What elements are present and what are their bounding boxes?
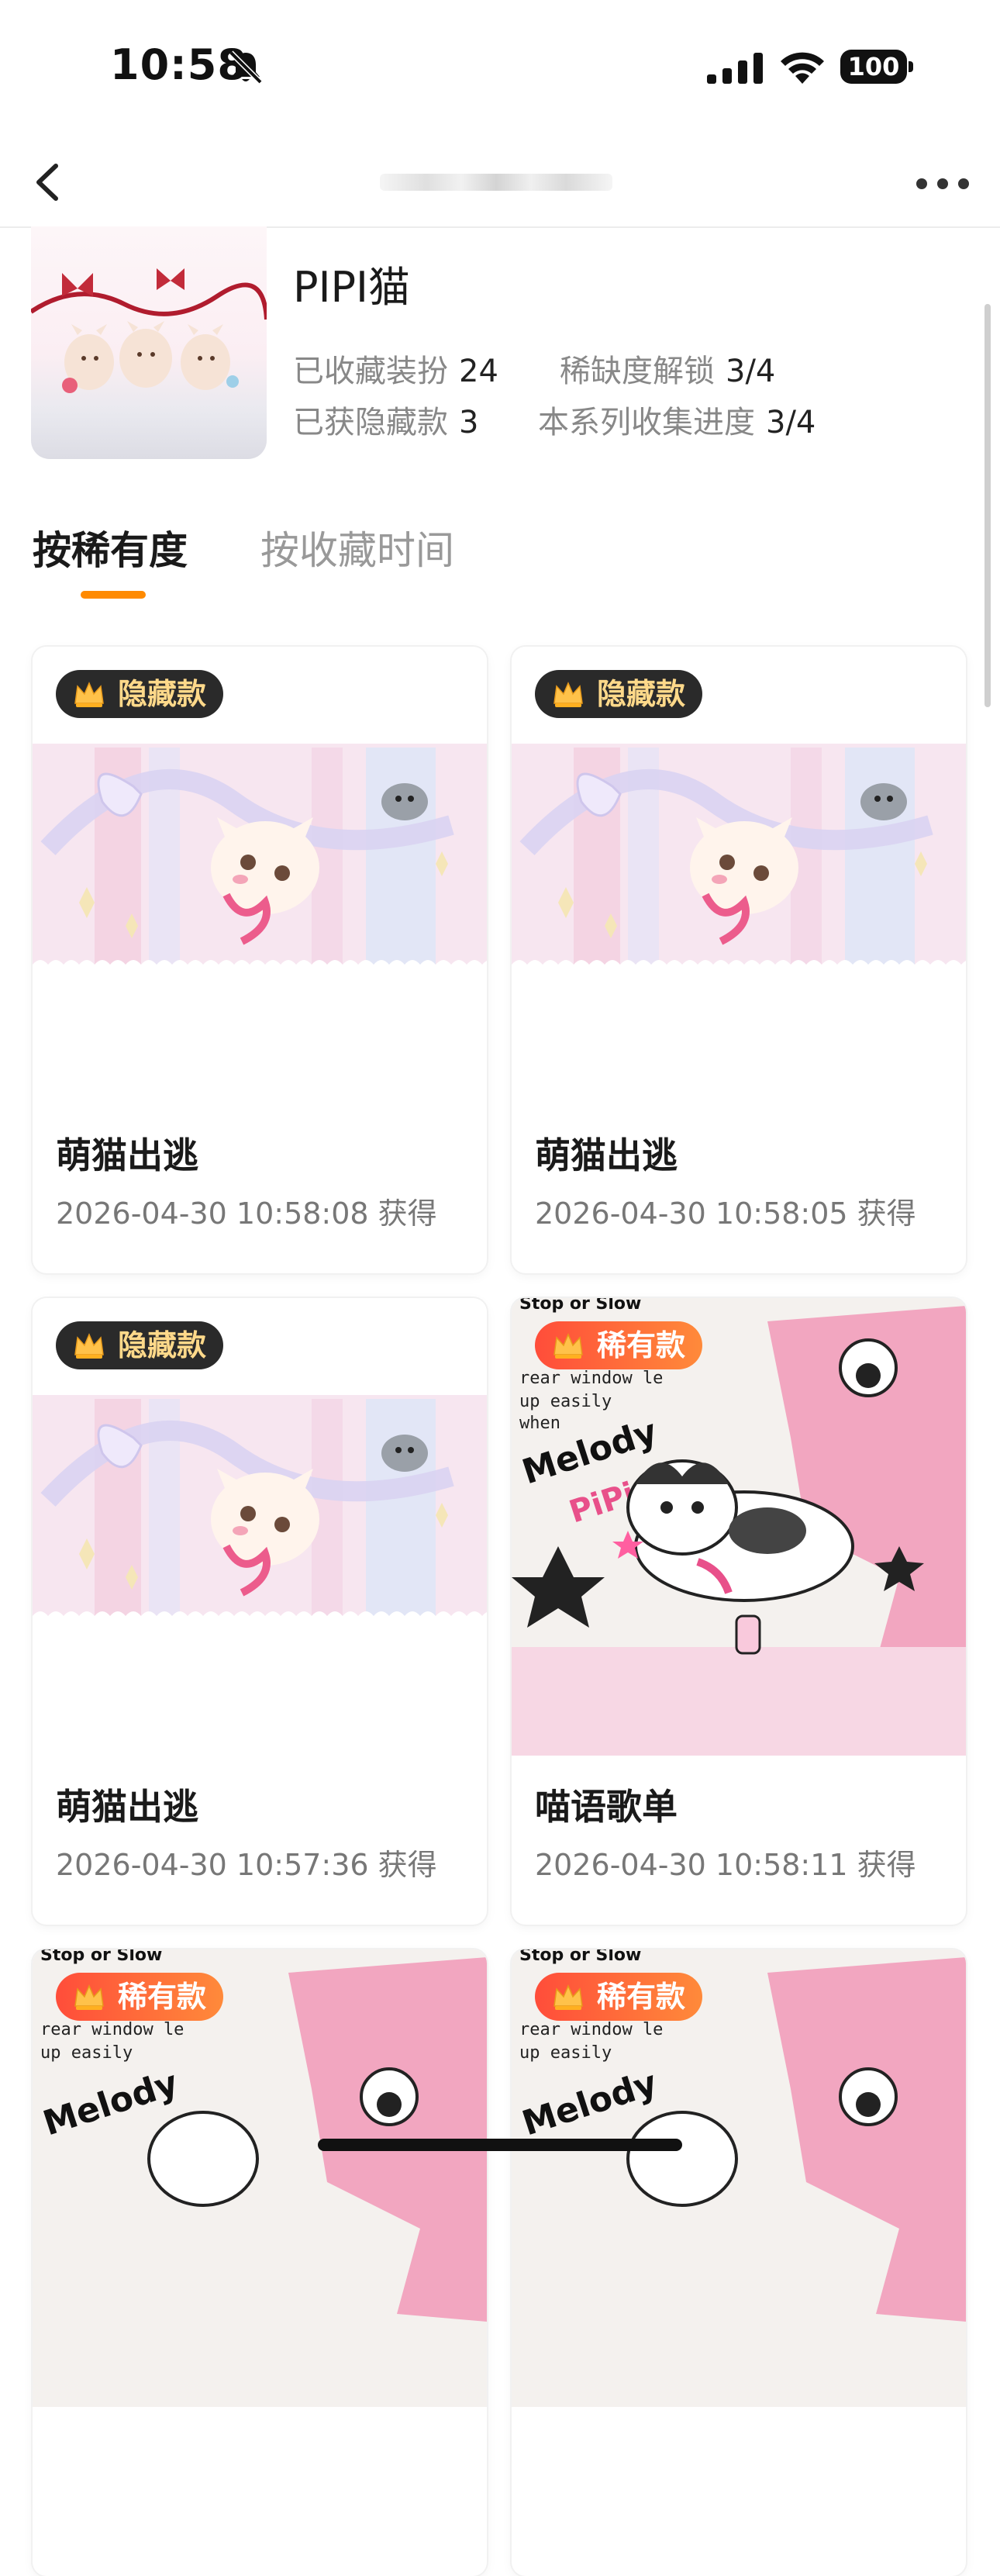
back-icon[interactable] — [23, 155, 78, 209]
svg-text:up easily: up easily — [519, 2043, 612, 2063]
crown-icon — [73, 680, 105, 708]
collection-card[interactable]: Stop or Slow rear window le up easily wh… — [512, 1298, 966, 1925]
tab-by-rarity[interactable]: 按稀有度 — [33, 520, 188, 575]
card-name: 萌猫出逃 — [56, 1786, 198, 1828]
svg-text:rear window le: rear window le — [519, 2020, 663, 2039]
card-date: 2026-04-30 10:58:05 获得 — [535, 1196, 916, 1231]
card-date: 2026-04-30 10:57:36 获得 — [56, 1848, 437, 1882]
rare-badge: 稀有款 — [535, 1973, 703, 2021]
crown-icon — [73, 1331, 105, 1359]
nav-bar — [0, 140, 1000, 228]
card-date: 2026-04-30 10:58:11 获得 — [535, 1848, 916, 1882]
crown-icon — [552, 1331, 584, 1359]
battery-icon: 100 — [840, 50, 915, 84]
collection-card[interactable]: 隐藏款 萌猫出逃 2026-04-30 10:58:05 获得 — [512, 647, 966, 1273]
crown-icon — [552, 680, 584, 708]
battery-level: 100 — [840, 50, 907, 84]
stat-collected: 已收藏装扮 24 — [293, 354, 498, 389]
hidden-badge: 隐藏款 — [535, 670, 703, 718]
collection-card[interactable]: Stop or Slow rear window le up easily Me… — [512, 1949, 966, 2576]
series-name: PIPI猫 — [293, 263, 410, 312]
tab-by-collect-time[interactable]: 按收藏时间 — [260, 520, 454, 575]
rare-badge: 稀有款 — [535, 1321, 703, 1369]
rare-badge: 稀有款 — [56, 1973, 224, 2021]
collection-card[interactable]: Stop or Slow rear window le up easily Me… — [33, 1949, 487, 2576]
bell-off-icon — [229, 50, 263, 85]
art-text-stop: Stop or Slow — [40, 1949, 162, 1965]
collection-card[interactable]: 隐藏款 萌猫出逃 2026-04-30 10:58:08 获得 — [33, 647, 487, 1273]
svg-text:rear window le: rear window le — [519, 1369, 663, 1388]
svg-text:when: when — [519, 1414, 560, 1433]
svg-text:up easily: up easily — [519, 1392, 612, 1411]
series-cover-image — [31, 226, 267, 459]
home-indicator[interactable] — [318, 2139, 682, 2151]
status-bar: 10:58 100 — [0, 0, 1000, 140]
stat-hidden-obtained: 已获隐藏款 3 — [293, 405, 479, 440]
wifi-icon — [781, 52, 824, 84]
hidden-badge: 隐藏款 — [56, 670, 224, 718]
svg-text:rear window le: rear window le — [40, 2020, 184, 2039]
collection-card[interactable]: 隐藏款 萌猫出逃 2026-04-30 10:57:36 获得 — [33, 1298, 487, 1925]
tab-indicator — [81, 591, 146, 599]
svg-text:up easily: up easily — [40, 2043, 133, 2063]
card-date: 2026-04-30 10:58:08 获得 — [56, 1196, 437, 1231]
art-text-stop: Stop or Slow — [519, 1949, 641, 1965]
scrollbar[interactable] — [984, 304, 991, 707]
art-text-stop: Stop or Slow — [519, 1298, 641, 1314]
more-icon[interactable] — [912, 169, 974, 200]
stat-series-progress: 本系列收集进度 3/4 — [538, 405, 816, 440]
card-name: 萌猫出逃 — [535, 1134, 678, 1176]
crown-icon — [552, 1983, 584, 2011]
nav-title-blurred — [380, 174, 612, 191]
card-name: 萌猫出逃 — [56, 1134, 198, 1176]
stat-rarity-unlocked: 稀缺度解锁 3/4 — [560, 354, 776, 389]
signal-icon — [707, 53, 763, 84]
crown-icon — [73, 1983, 105, 2011]
card-name: 喵语歌单 — [535, 1786, 678, 1828]
hidden-badge: 隐藏款 — [56, 1321, 224, 1369]
